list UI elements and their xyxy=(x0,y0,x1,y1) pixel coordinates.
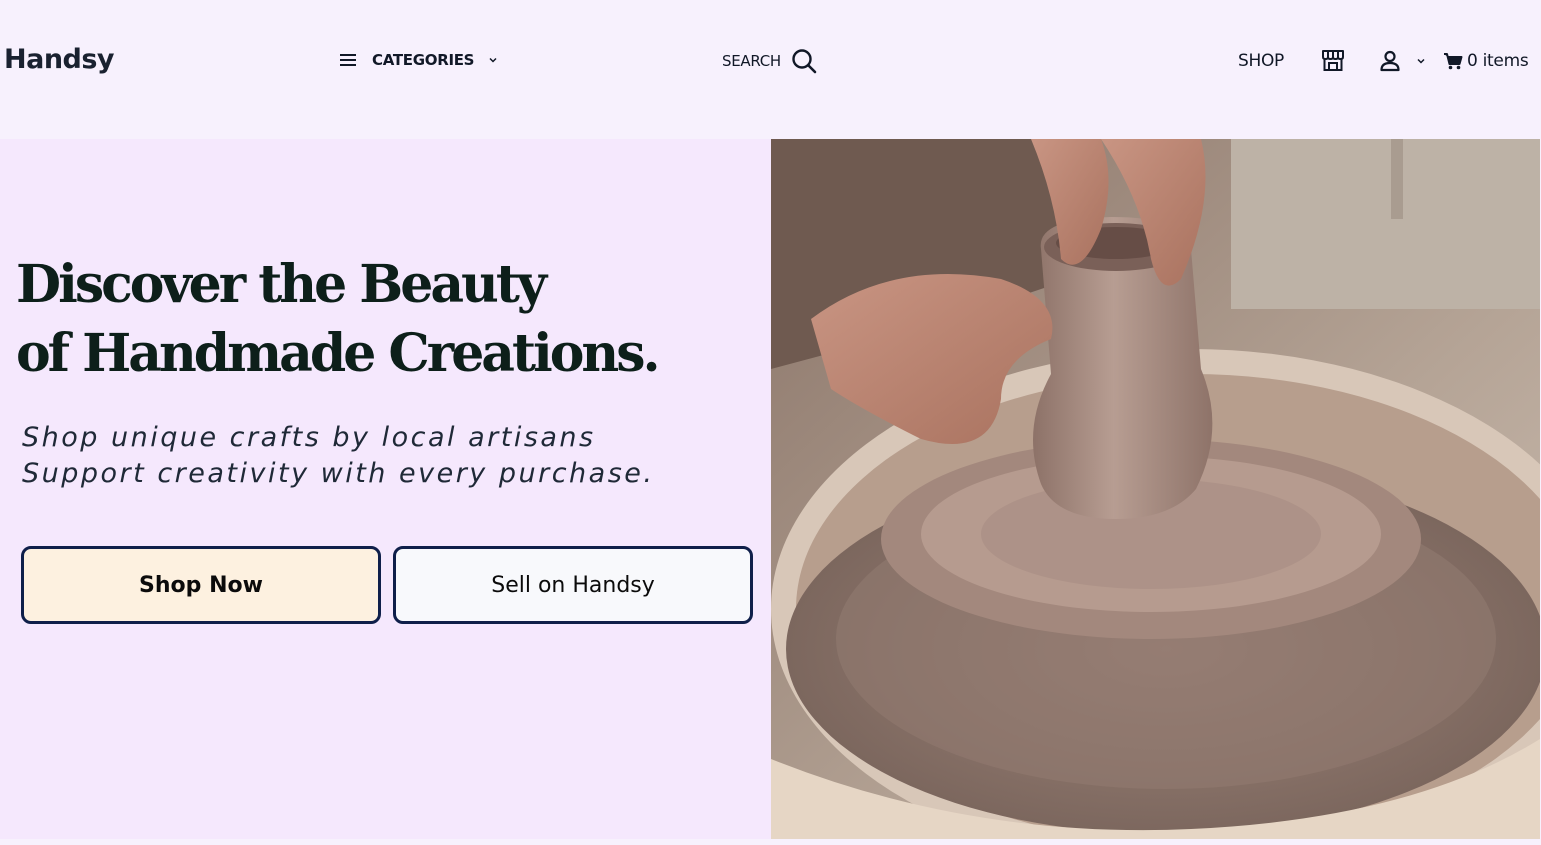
menu-icon xyxy=(340,54,356,66)
sell-on-handsy-button[interactable]: Sell on Handsy xyxy=(393,546,753,624)
hero-image-pottery xyxy=(771,139,1540,839)
search-button[interactable]: SEARCH xyxy=(722,48,817,74)
shop-now-button[interactable]: Shop Now xyxy=(21,546,381,624)
search-icon xyxy=(792,49,817,74)
brand-logo[interactable]: Handsy xyxy=(4,44,115,75)
cart-count: 0 items xyxy=(1467,51,1529,71)
shop-link[interactable]: SHOP xyxy=(1238,51,1284,71)
search-label: SEARCH xyxy=(722,52,781,70)
hero-subtext-line-2: Support creativity with every purchase. xyxy=(22,458,655,489)
chevron-down-icon xyxy=(489,57,497,63)
categories-label: CATEGORIES xyxy=(372,51,475,69)
categories-menu[interactable]: CATEGORIES xyxy=(338,50,498,70)
hero-subtext: Shop unique crafts by local artisans Sup… xyxy=(22,420,654,492)
cart-icon xyxy=(1444,53,1463,70)
account-menu[interactable] xyxy=(1378,49,1426,73)
cart-button[interactable]: 0 items xyxy=(1443,51,1529,71)
hero-headline-line-2: of Handmade Creations. xyxy=(16,323,661,384)
user-icon xyxy=(1380,50,1400,72)
hero-headline: Discover the Beauty of Handmade Creation… xyxy=(16,250,661,388)
hero-subtext-line-1: Shop unique crafts by local artisans xyxy=(22,422,596,453)
chevron-down-icon xyxy=(1417,58,1425,64)
store-icon[interactable] xyxy=(1320,47,1346,78)
site-header: Handsy CATEGORIES SEARCH SHOP 0 items xyxy=(0,0,1541,126)
hero-headline-line-1: Discover the Beauty xyxy=(16,254,547,315)
